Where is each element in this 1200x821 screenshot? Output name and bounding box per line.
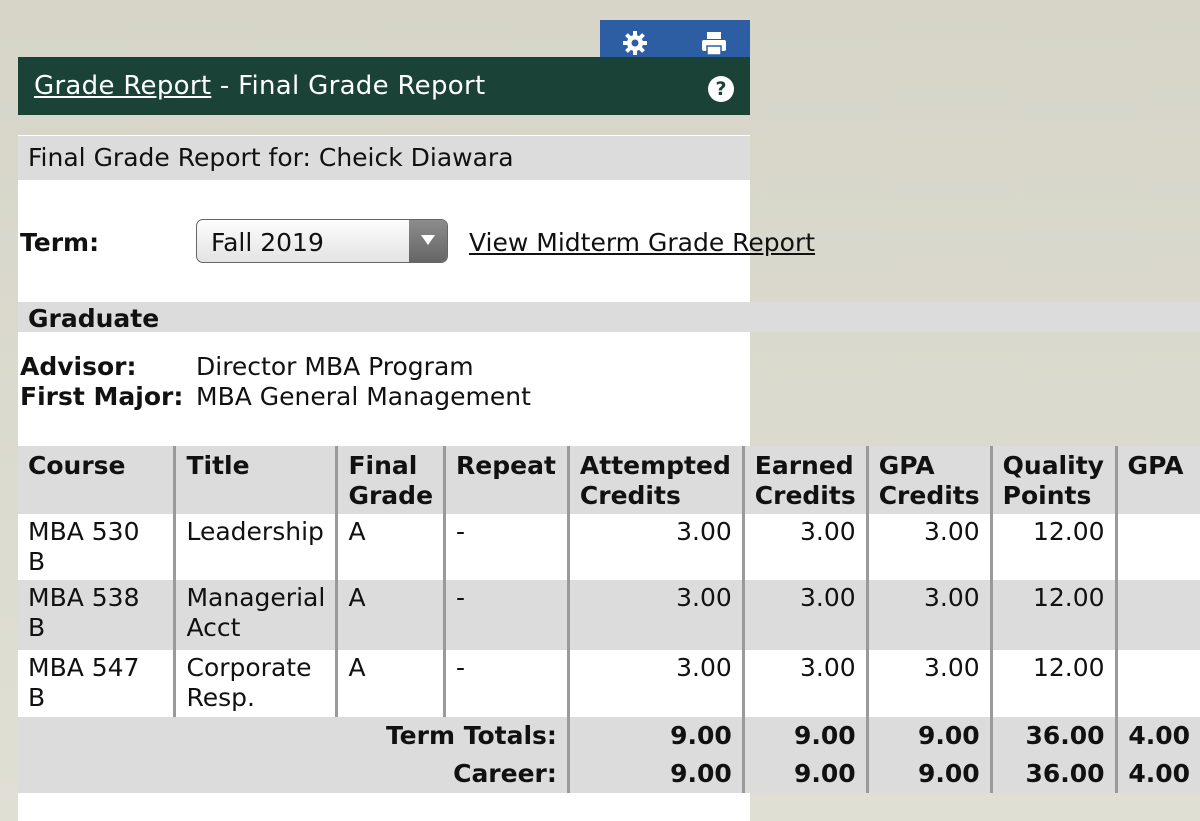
table-row: MBA 538 B Managerial Acct A - 3.00 3.00 3… [18,580,1200,650]
term-totals-row: Term Totals: 9.00 9.00 9.00 36.00 4.00 [18,717,1200,755]
quality-cell: 12.00 [989,514,1117,580]
repeat-cell: - [443,650,569,717]
page-title-text: - Final Grade Report [211,71,486,101]
quality-cell: 12.00 [989,580,1117,650]
chevron-down-icon[interactable] [409,220,447,262]
earned-cell: 3.00 [741,580,868,650]
col-earned-credits: Earned Credits [741,446,868,514]
quality-cell: 12.00 [989,650,1117,717]
course-cell: MBA 538 B [18,580,175,650]
term-label: Term: [20,228,100,257]
attempted-cell: 3.00 [566,514,744,580]
col-gpa: GPA [1114,446,1200,514]
term-earned: 9.00 [741,717,868,755]
table-header-row: Course Title Final Grade Repeat Attempted… [18,446,1200,514]
term-quality: 36.00 [989,717,1117,755]
career-quality: 36.00 [989,755,1117,793]
major-label: First Major: [20,382,184,411]
earned-cell: 3.00 [741,650,868,717]
title-cell: Managerial Acct [173,580,337,650]
term-select[interactable]: Fall 2019 [196,219,448,263]
repeat-cell: - [443,514,569,580]
printer-icon[interactable] [700,30,726,56]
repeat-cell: - [443,580,569,650]
career-label: Career: [18,755,569,793]
table-row: MBA 547 B Corporate Resp. A - 3.00 3.00 3… [18,650,1200,717]
col-repeat: Repeat [443,446,569,514]
grade-cell: A [335,650,445,717]
career-gpa-credits: 9.00 [865,755,992,793]
grade-cell: A [335,580,445,650]
table-row: MBA 530 B Leadership A - 3.00 3.00 3.00 … [18,514,1200,580]
term-select-value: Fall 2019 [211,228,324,257]
col-final-grade: Final Grade [335,446,445,514]
attempted-cell: 3.00 [566,580,744,650]
career-earned: 9.00 [741,755,868,793]
title-cell: Leadership [173,514,337,580]
term-gpa-credits: 9.00 [865,717,992,755]
course-cell: MBA 530 B [18,514,175,580]
advisor-value: Director MBA Program [196,352,474,381]
gpa-cell [1114,650,1200,717]
view-midterm-link[interactable]: View Midterm Grade Report [469,228,815,257]
gpa-credits-cell: 3.00 [865,514,992,580]
advisor-row: Advisor: Director MBA Program [20,352,474,381]
term-attempted: 9.00 [566,717,744,755]
career-row: Career: 9.00 9.00 9.00 36.00 4.00 [18,755,1200,793]
grade-report-link[interactable]: Grade Report [34,71,211,101]
title-cell: Corporate Resp. [173,650,337,717]
gear-icon[interactable] [622,30,648,56]
earned-cell: 3.00 [741,514,868,580]
grade-cell: A [335,514,445,580]
toolbar [600,20,750,58]
grades-table: Course Title Final Grade Repeat Attempted… [18,446,1200,793]
help-icon[interactable]: ? [708,76,734,102]
advisor-label: Advisor: [20,352,137,381]
term-gpa: 4.00 [1114,717,1200,755]
gpa-cell [1114,514,1200,580]
col-quality-points: Quality Points [989,446,1117,514]
major-value: MBA General Management [196,382,531,411]
term-totals-label: Term Totals: [18,717,569,755]
col-gpa-credits: GPA Credits [865,446,992,514]
gpa-credits-cell: 3.00 [865,580,992,650]
report-for-label: Final Grade Report for: Cheick Diawara [18,136,750,180]
career-gpa: 4.00 [1114,755,1200,793]
gpa-credits-cell: 3.00 [865,650,992,717]
page-title: Grade Report - Final Grade Report [34,71,485,101]
col-title: Title [173,446,337,514]
col-attempted-credits: Attempted Credits [566,446,744,514]
gpa-cell [1114,580,1200,650]
section-title: Graduate [18,302,1200,333]
col-course: Course [18,446,175,514]
major-row: First Major: MBA General Management [20,382,531,411]
career-attempted: 9.00 [566,755,744,793]
attempted-cell: 3.00 [566,650,744,717]
course-cell: MBA 547 B [18,650,175,717]
page-header: Grade Report - Final Grade Report ? [18,57,750,115]
